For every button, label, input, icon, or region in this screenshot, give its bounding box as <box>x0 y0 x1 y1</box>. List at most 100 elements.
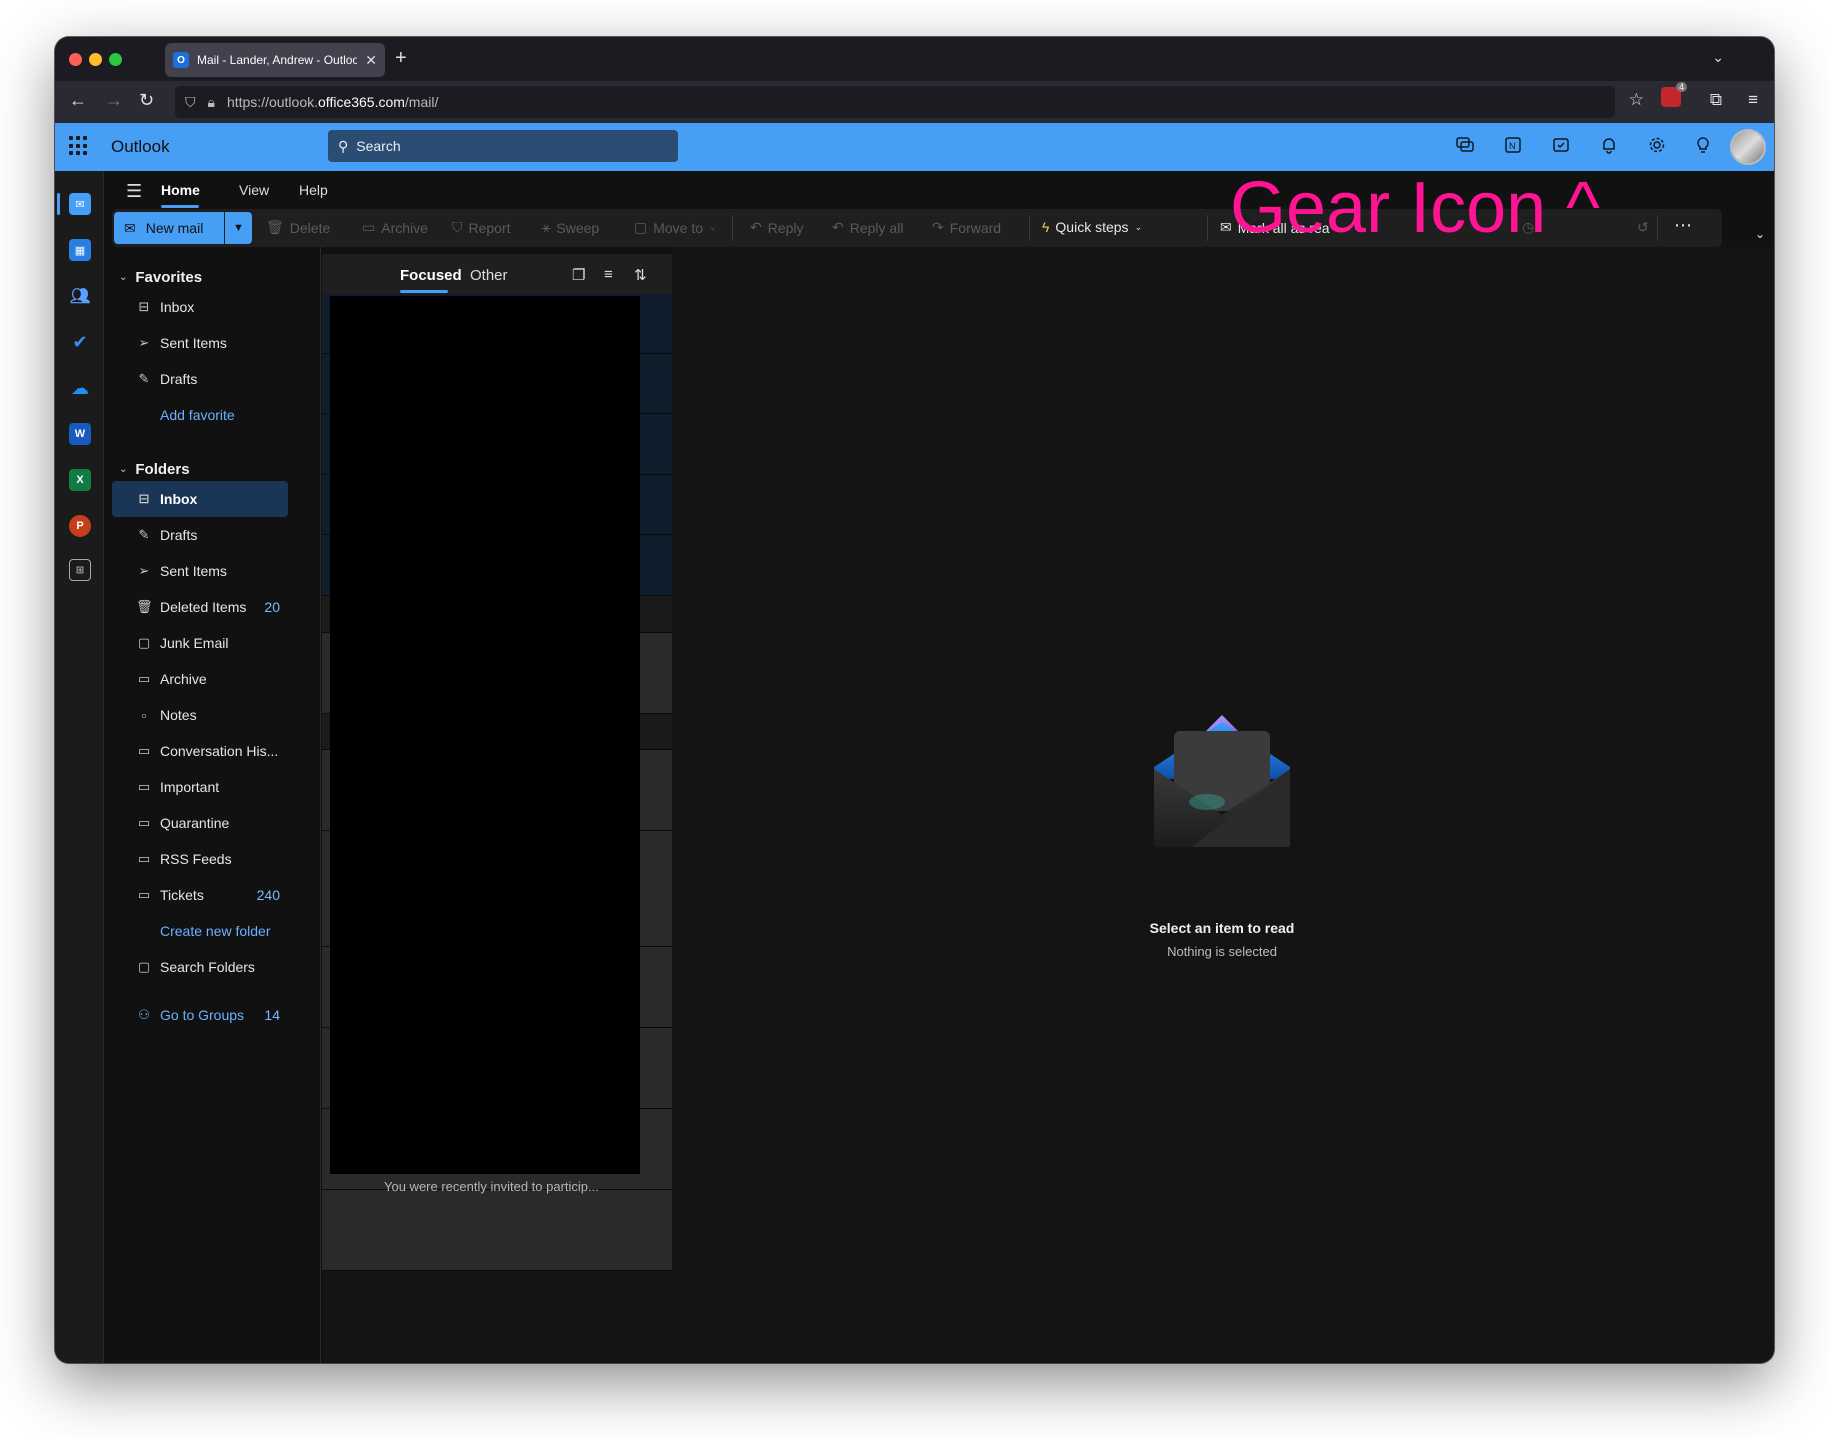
report-button[interactable]: ⛉ Report <box>452 219 511 236</box>
calendar-icon[interactable]: ▦ <box>69 239 91 261</box>
reply-icon: ↶ <box>750 219 762 235</box>
todo-check-icon[interactable]: ✔ <box>69 331 91 353</box>
lightbulb-icon[interactable] <box>1694 136 1712 159</box>
delete-button[interactable]: 🗑︎ Delete <box>266 219 330 236</box>
browser-navbar: ← → ↻ ⛉ 🔒︎ https://outlook.office365.com… <box>55 81 1774 123</box>
folder-conversation-history[interactable]: ▭ Conversation His... <box>112 733 288 769</box>
my-day-icon[interactable] <box>1552 136 1570 159</box>
filter-icon[interactable]: ≡ <box>604 266 613 283</box>
folder-rss-feeds[interactable]: ▭ RSS Feeds <box>112 841 288 877</box>
go-to-groups-link[interactable]: ⚇ Go to Groups 14 <box>112 997 288 1033</box>
undo-icon[interactable]: ↺ <box>1637 219 1649 236</box>
folder-drafts[interactable]: ✎ Drafts <box>112 517 288 553</box>
expand-ribbon-chevron-icon[interactable]: ⌄ <box>1755 227 1765 241</box>
outlook-header: Outlook ⚲ Search N <box>55 123 1774 171</box>
more-apps-icon[interactable]: ⊞ <box>69 559 91 581</box>
mail-icon[interactable]: ✉ <box>69 193 91 215</box>
back-arrow-icon[interactable]: ← <box>69 90 87 111</box>
archive-button[interactable]: ▭ Archive <box>362 219 428 236</box>
favorite-drafts[interactable]: ✎ Drafts <box>112 361 288 397</box>
message-preview-text: You were recently invited to particip... <box>384 1179 599 1194</box>
more-options-icon[interactable]: ⋯ <box>1674 215 1692 236</box>
chevron-down-icon: ⌄ <box>709 222 717 232</box>
envelope-icon: ✉ <box>124 219 136 236</box>
redacted-region <box>330 296 640 1174</box>
onenote-icon[interactable]: N <box>1504 136 1522 159</box>
close-window-button[interactable] <box>69 53 82 66</box>
folder-move-icon: ▢ <box>634 219 648 235</box>
folders-header[interactable]: ⌄ Folders <box>119 461 190 478</box>
forward-button[interactable]: ↷ Forward <box>932 219 1001 236</box>
select-mode-icon[interactable]: ❐ <box>572 266 585 284</box>
forward-arrow-icon[interactable]: → <box>105 90 123 111</box>
app-name[interactable]: Outlook <box>111 137 170 157</box>
tab-other[interactable]: Other <box>470 267 508 284</box>
ribbon-divider <box>1657 215 1658 241</box>
avatar[interactable] <box>1730 129 1766 165</box>
new-mail-dropdown-chevron-icon[interactable]: ▼ <box>225 212 252 244</box>
address-bar[interactable]: ⛉ 🔒︎ https://outlook.office365.com/mail/ <box>175 86 1615 118</box>
teams-chat-icon[interactable] <box>1456 136 1474 159</box>
reply-all-button[interactable]: ↶ Reply all <box>832 219 903 236</box>
powerpoint-icon[interactable]: P <box>69 515 91 537</box>
folder-icon: ▭ <box>137 779 151 794</box>
folder-quarantine[interactable]: ▭ Quarantine <box>112 805 288 841</box>
new-mail-button[interactable]: ✉ New mail <box>114 212 224 244</box>
folder-important[interactable]: ▭ Important <box>112 769 288 805</box>
reload-icon[interactable]: ↻ <box>139 90 154 111</box>
folder-junk-email[interactable]: ▢ Junk Email <box>112 625 288 661</box>
browser-menu-icon[interactable]: ≡ <box>1748 90 1758 110</box>
bookmark-star-icon[interactable]: ☆ <box>1629 90 1644 110</box>
people-icon[interactable]: 👥︎ <box>69 285 91 307</box>
minimize-window-button[interactable] <box>89 53 102 66</box>
folder-notes[interactable]: ▫ Notes <box>112 697 288 733</box>
folder-search-folders[interactable]: ▢ Search Folders <box>112 949 288 985</box>
folder-sent-items[interactable]: ➢ Sent Items <box>112 553 288 589</box>
extensions-puzzle-icon[interactable]: ⧉ <box>1710 90 1722 110</box>
create-new-folder-link[interactable]: Create new folder <box>112 913 288 949</box>
app-launcher-icon[interactable] <box>69 136 89 156</box>
archive-icon: ▭ <box>137 671 151 686</box>
tab-home[interactable]: Home <box>161 182 200 198</box>
onedrive-cloud-icon[interactable]: ☁ <box>69 377 91 399</box>
tab-help[interactable]: Help <box>299 182 328 198</box>
folder-inbox[interactable]: ⊟ Inbox <box>112 481 288 517</box>
inbox-icon: ⊟ <box>138 299 150 314</box>
send-icon: ➢ <box>138 335 150 350</box>
folder-icon: ▭ <box>137 815 151 830</box>
svg-text:N: N <box>1509 141 1516 151</box>
list-item[interactable] <box>322 1190 672 1271</box>
lock-icon[interactable]: 🔒︎ <box>208 94 215 111</box>
folder-archive[interactable]: ▭ Archive <box>112 661 288 697</box>
close-tab-icon[interactable]: ✕ <box>365 52 377 69</box>
word-icon[interactable]: W <box>69 423 91 445</box>
folder-tickets[interactable]: ▭ Tickets 240 <box>112 877 288 913</box>
favorite-sent-items[interactable]: ➢ Sent Items <box>112 325 288 361</box>
search-box[interactable]: ⚲ Search <box>328 130 678 162</box>
list-tabs-chevron-icon[interactable]: ⌄ <box>1712 49 1724 66</box>
browser-tab-outlook[interactable]: O Mail - Lander, Andrew - Outlook ✕ <box>165 43 385 77</box>
gear-icon[interactable] <box>1648 136 1666 159</box>
quick-steps-button[interactable]: ϟ Quick steps ⌄ <box>1042 219 1142 235</box>
sort-icon[interactable]: ⇅ <box>634 266 647 284</box>
shield-icon[interactable]: ⛉ <box>185 94 196 111</box>
favorites-header[interactable]: ⌄ Favorites <box>119 269 202 286</box>
bell-icon[interactable] <box>1600 136 1618 159</box>
favorite-inbox[interactable]: ⊟ Inbox <box>112 289 288 325</box>
tab-focused[interactable]: Focused <box>400 267 462 284</box>
chevron-down-icon: ⌄ <box>1134 221 1143 232</box>
excel-icon[interactable]: X <box>69 469 91 491</box>
reply-button[interactable]: ↶ Reply <box>750 219 804 236</box>
message-list-header: Focused Other ❐ ≡ ⇅ <box>322 254 672 294</box>
new-tab-button[interactable]: + <box>395 47 407 70</box>
tab-view[interactable]: View <box>239 182 269 198</box>
maximize-window-button[interactable] <box>109 53 122 66</box>
extension-icon[interactable]: 4 <box>1661 82 1687 107</box>
move-to-button[interactable]: ▢ Move to ⌄ <box>634 219 717 236</box>
folder-deleted-items[interactable]: 🗑︎ Deleted Items 20 <box>112 589 288 625</box>
hamburger-menu-icon[interactable]: ☰ <box>126 181 142 202</box>
add-favorite-link[interactable]: Add favorite <box>112 397 288 433</box>
lightning-icon: ϟ <box>1042 219 1050 235</box>
sweep-button[interactable]: ⚹ Sweep <box>542 219 599 236</box>
search-folder-icon: ▢ <box>137 959 151 974</box>
